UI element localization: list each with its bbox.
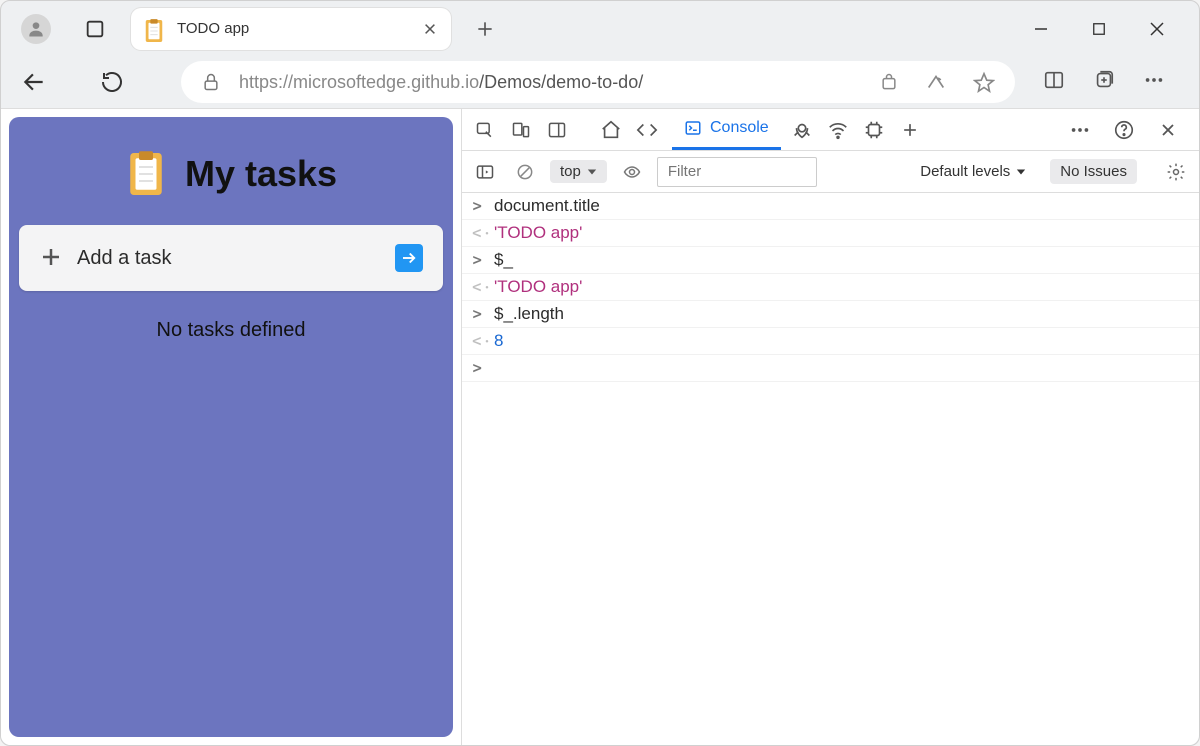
device-toggle-icon[interactable] — [506, 115, 536, 145]
devtools-tabs: Console — [462, 109, 1199, 151]
console-text: document.title — [494, 196, 600, 216]
favorite-star-icon[interactable] — [973, 71, 995, 93]
split-screen-icon[interactable] — [1043, 69, 1065, 96]
console-input-line: >document.title — [462, 193, 1199, 220]
todo-app: My tasks Add a task No tasks defined — [9, 117, 453, 737]
console-icon — [684, 119, 702, 137]
browser-window: TODO app https://microsoftedge.github.io… — [0, 0, 1200, 746]
input-chevron-icon: > — [472, 304, 494, 324]
levels-label: Default levels — [920, 163, 1010, 180]
shopping-icon[interactable] — [879, 72, 899, 92]
close-window-button[interactable] — [1147, 19, 1167, 39]
console-output-line: <·'TODO app' — [462, 220, 1199, 247]
sources-tab-icon[interactable] — [787, 115, 817, 145]
dock-icon[interactable] — [542, 115, 572, 145]
toggle-sidebar-icon[interactable] — [470, 157, 500, 187]
console-output-line: <·8 — [462, 328, 1199, 355]
url-box[interactable]: https://microsoftedge.github.io/Demos/de… — [181, 61, 1015, 103]
add-task-label: Add a task — [77, 247, 172, 270]
tab-close-button[interactable] — [421, 20, 439, 38]
app-pane: My tasks Add a task No tasks defined — [1, 109, 461, 745]
console-body[interactable]: >document.title<·'TODO app'>$_<·'TODO ap… — [462, 193, 1199, 745]
more-tabs-button[interactable] — [895, 115, 925, 145]
live-expression-icon[interactable] — [617, 157, 647, 187]
url-path: /Demos/demo-to-do/ — [479, 72, 643, 93]
console-input-line: >$_.length — [462, 301, 1199, 328]
performance-tab-icon[interactable] — [859, 115, 889, 145]
tab-title: TODO app — [177, 20, 421, 37]
profile-avatar[interactable] — [21, 14, 51, 44]
lock-icon — [201, 72, 221, 92]
clipboard-icon — [125, 149, 167, 199]
console-toolbar: top Default levels No Issues — [462, 151, 1199, 193]
input-chevron-icon: > — [472, 196, 494, 216]
context-label: top — [560, 163, 581, 180]
refresh-button[interactable] — [93, 63, 131, 101]
console-text: 'TODO app' — [494, 223, 582, 243]
log-levels-selector[interactable]: Default levels — [920, 163, 1026, 180]
console-text: $_.length — [494, 304, 564, 324]
devtools-pane: Console top — [461, 109, 1199, 745]
prompt-chevron-icon: > — [472, 358, 494, 378]
url-host: https://microsoftedge.github.io — [239, 72, 479, 93]
network-tab-icon[interactable] — [823, 115, 853, 145]
console-input-line: >$_ — [462, 247, 1199, 274]
input-chevron-icon: > — [472, 250, 494, 270]
devtools-more-icon[interactable] — [1065, 115, 1095, 145]
app-header: My tasks — [9, 125, 453, 225]
console-tab[interactable]: Console — [672, 110, 781, 150]
output-chevron-icon: <· — [472, 223, 494, 243]
welcome-tab-icon[interactable] — [596, 115, 626, 145]
maximize-button[interactable] — [1089, 19, 1109, 39]
console-output-line: <·'TODO app' — [462, 274, 1199, 301]
add-task-input[interactable]: Add a task — [19, 225, 443, 291]
filter-input[interactable] — [657, 157, 817, 187]
new-tab-button[interactable] — [469, 13, 501, 45]
toolbar-right — [1025, 69, 1185, 96]
console-text: $_ — [494, 250, 513, 270]
collections-icon[interactable] — [1093, 69, 1115, 96]
back-button[interactable] — [15, 63, 53, 101]
title-bar: TODO app — [1, 1, 1199, 56]
issues-label: No Issues — [1060, 163, 1127, 180]
settings-menu-icon[interactable] — [1143, 69, 1165, 96]
elements-tab-icon[interactable] — [632, 115, 662, 145]
address-bar: https://microsoftedge.github.io/Demos/de… — [1, 56, 1199, 108]
context-selector[interactable]: top — [550, 160, 607, 183]
devtools-help-icon[interactable] — [1109, 115, 1139, 145]
app-title: My tasks — [185, 153, 337, 195]
inspect-icon[interactable] — [470, 115, 500, 145]
output-chevron-icon: <· — [472, 331, 494, 351]
tab-actions-icon[interactable] — [81, 15, 109, 43]
url-actions — [879, 71, 995, 93]
plus-icon — [39, 245, 65, 271]
console-settings-icon[interactable] — [1161, 157, 1191, 187]
content-area: My tasks Add a task No tasks defined — [1, 108, 1199, 745]
console-tab-label: Console — [710, 119, 769, 137]
console-text: 'TODO app' — [494, 277, 582, 297]
tab-favicon — [143, 18, 165, 40]
devtools-close-icon[interactable] — [1153, 115, 1183, 145]
minimize-button[interactable] — [1031, 19, 1051, 39]
empty-state-message: No tasks defined — [9, 319, 453, 342]
console-text: 8 — [494, 331, 503, 351]
clear-console-icon[interactable] — [510, 157, 540, 187]
submit-arrow-icon[interactable] — [395, 244, 423, 272]
window-controls — [1031, 19, 1189, 39]
read-aloud-icon[interactable] — [925, 71, 947, 93]
issues-button[interactable]: No Issues — [1050, 159, 1137, 184]
console-prompt[interactable]: > — [462, 355, 1199, 382]
browser-tab[interactable]: TODO app — [131, 8, 451, 50]
output-chevron-icon: <· — [472, 277, 494, 297]
